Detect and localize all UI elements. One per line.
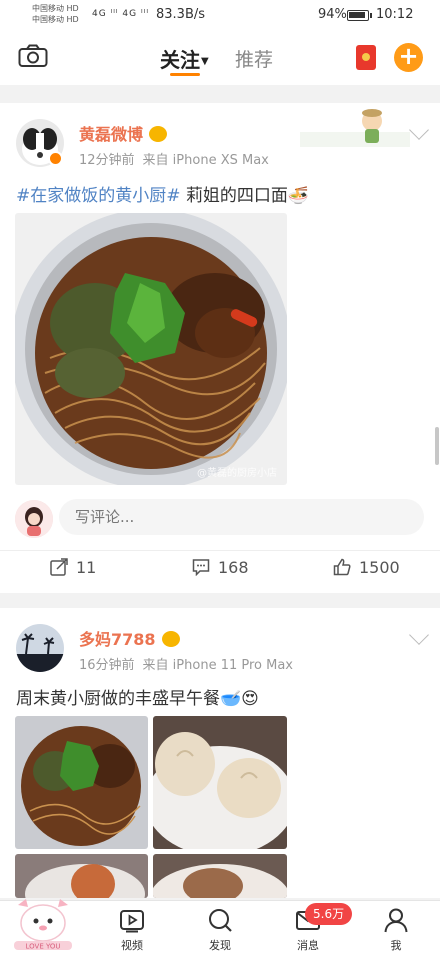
like-count: 1500: [359, 558, 400, 577]
weibo-feed-screen: 中国移动 HD 中国移动 HD 4G ᴵᴵᴵ 4G ᴵᴵᴵ 83.3B/s 94…: [0, 0, 440, 953]
post-image[interactable]: [15, 854, 148, 898]
mascot-icon[interactable]: LOVE YOU: [10, 893, 76, 951]
post-time: 12分钟前: [79, 153, 135, 168]
author-name[interactable]: 黄磊微博: [79, 121, 168, 145]
tab-me-label: 我: [390, 939, 402, 952]
comment-bar: 写评论...: [15, 496, 425, 542]
author-name-text: 黄磊微博: [79, 125, 144, 144]
like-button[interactable]: 1500: [333, 558, 400, 578]
post-text-body: 莉姐的四口面: [180, 186, 288, 206]
top-nav: 关注▼ 推荐 +: [0, 30, 440, 85]
post-time: 16分钟前: [79, 658, 135, 673]
comment-input[interactable]: 写评论...: [59, 499, 424, 535]
post-card: 多妈7788 16分钟前 来自 iPhone 11 Pro Max 周末黄小厨做的…: [0, 608, 440, 898]
battery-icon: [347, 10, 372, 21]
repost-icon: [50, 557, 68, 576]
camera-icon[interactable]: [18, 44, 48, 68]
video-icon: [120, 910, 144, 933]
repost-count: 11: [76, 558, 97, 577]
carrier-2: 中国移动 HD: [32, 15, 79, 24]
image-watermark: @黄磊的厨房小店: [197, 468, 277, 479]
tab-messages-label: 消息: [297, 939, 319, 952]
tab-recommend[interactable]: 推荐: [235, 45, 273, 72]
avatar[interactable]: [16, 624, 64, 672]
battery-percent: 94%: [318, 7, 347, 22]
comment-icon: [192, 558, 210, 576]
active-tab-indicator: [170, 73, 200, 76]
post-image[interactable]: @黄磊的厨房小店: [15, 213, 287, 485]
post-text: #在家做饭的黄小厨# 莉姐的四口面🍜: [16, 181, 309, 206]
signal-icon: 4G ᴵᴵᴵ 4G ᴵᴵᴵ: [92, 9, 150, 19]
post-image[interactable]: [153, 854, 287, 898]
post-text: 周末黄小厨做的丰盛早午餐🥣😍: [16, 684, 259, 709]
clock: 10:12: [376, 7, 414, 22]
message-count-badge: 5.6万: [305, 903, 353, 925]
scrollbar[interactable]: [435, 427, 439, 465]
post-meta: 12分钟前 来自 iPhone XS Max: [79, 149, 277, 168]
tab-discover-label: 发现: [209, 939, 231, 952]
caret-down-icon: ▼: [201, 56, 209, 67]
carrier-info: 中国移动 HD 中国移动 HD: [32, 3, 79, 25]
post-meta: 16分钟前 来自 iPhone 11 Pro Max: [79, 654, 301, 673]
noodle-emoji: 🍜: [287, 186, 310, 206]
post-image[interactable]: [15, 716, 148, 849]
network-speed: 83.3B/s: [156, 7, 206, 22]
member-crown-icon: [149, 125, 168, 142]
status-bar: 中国移动 HD 中国移动 HD 4G ᴵᴵᴵ 4G ᴵᴵᴵ 83.3B/s 94…: [0, 0, 440, 30]
person-icon: [384, 908, 408, 933]
chevron-down-icon[interactable]: [409, 625, 429, 645]
food-emoji: 🥣😍: [220, 689, 259, 709]
divider: [0, 550, 440, 551]
member-crown-icon: [161, 630, 180, 647]
my-avatar: [15, 500, 53, 538]
red-packet-icon[interactable]: [356, 45, 376, 70]
verified-badge-icon: [48, 151, 63, 166]
post-source: 来自 iPhone XS Max: [142, 153, 269, 168]
author-name[interactable]: 多妈7788: [79, 626, 180, 650]
tab-follow-label: 关注: [160, 48, 200, 72]
feed-gap: [0, 85, 440, 103]
post-text-body: 周末黄小厨做的丰盛早午餐: [16, 689, 220, 709]
search-icon: [209, 909, 232, 932]
chevron-down-icon[interactable]: [409, 120, 429, 140]
tab-video-label: 视频: [121, 939, 143, 952]
comment-button[interactable]: 168: [192, 558, 249, 578]
svg-text:LOVE YOU: LOVE YOU: [26, 943, 61, 951]
post-image[interactable]: [153, 716, 287, 849]
tab-follow[interactable]: 关注▼: [160, 44, 209, 73]
repost-button[interactable]: 11: [50, 557, 97, 578]
card-decoration-icon: [300, 109, 410, 147]
post-actions: 11 168 1500: [0, 557, 440, 588]
author-name-text: 多妈7788: [79, 630, 156, 649]
compose-plus-button[interactable]: +: [394, 43, 423, 72]
thumbs-up-icon: [333, 558, 351, 575]
comment-count: 168: [218, 558, 249, 577]
hashtag-link[interactable]: #在家做饭的黄小厨#: [16, 186, 181, 206]
carrier-1: 中国移动 HD: [32, 4, 79, 13]
post-source: 来自 iPhone 11 Pro Max: [142, 658, 293, 673]
post-card: 黄磊微博 12分钟前 来自 iPhone XS Max #在家做饭的黄小厨# 莉姐…: [0, 103, 440, 593]
